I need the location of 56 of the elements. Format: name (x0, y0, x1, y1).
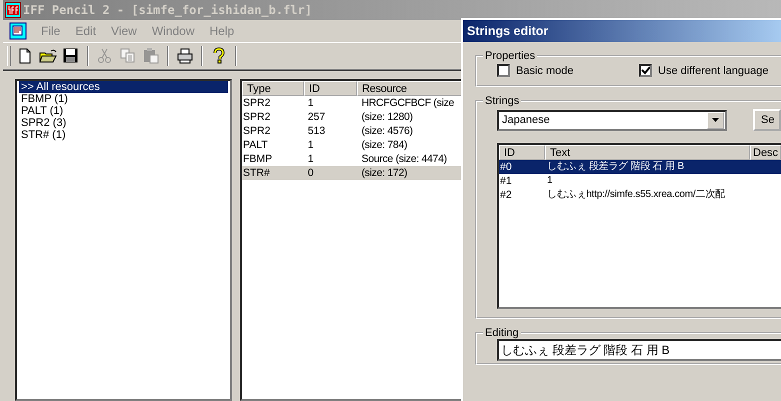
folder-icon[interactable] (39, 47, 57, 65)
table-cell-text: SPR2 (242, 124, 272, 138)
table-cell-text: #2 (499, 188, 513, 202)
column-header[interactable]: ID (499, 145, 545, 160)
column-header[interactable]: Desc (750, 145, 781, 160)
table-row[interactable]: #1 1 (499, 174, 781, 188)
table-cell-text: 0 (306, 166, 315, 180)
table-cell-text: 1 (306, 96, 315, 110)
printer-icon[interactable] (176, 47, 194, 65)
column-header[interactable]: Type (242, 81, 304, 96)
table-cell-text: しむふぇ 段差ラグ 階段 石 用 B (546, 160, 685, 174)
table-cell-text: #1 (499, 174, 513, 188)
column-header[interactable]: Text (545, 145, 750, 160)
button[interactable]: Se (753, 109, 781, 131)
checkbox-label: Basic mode (516, 64, 574, 76)
table-cell-text: Source (size: 4474) (360, 152, 448, 166)
list-item[interactable]: >> All resources (19, 81, 228, 93)
list-item[interactable]: STR# (1) (19, 129, 68, 141)
table-cell-text: 1 (546, 174, 554, 188)
group-title: Properties (485, 50, 536, 62)
list-item[interactable]: PALT (1) (19, 105, 66, 117)
table-cell-text: SPR2 (242, 96, 272, 110)
table-cell-text: STR# (242, 166, 271, 180)
group-title: Editing (485, 327, 519, 339)
group-title: Strings (485, 95, 520, 107)
table-cell-text: PALT (242, 138, 269, 152)
table-cell-text: 257 (306, 110, 326, 124)
checkbox[interactable] (497, 64, 510, 77)
table-row[interactable]: #0 しむふぇ 段差ラグ 階段 石 用 B (499, 160, 781, 174)
language-dropdown[interactable]: Japanese (497, 110, 727, 130)
checkbox-label: Use different language (658, 64, 768, 76)
dialog-title: Strings editor (463, 20, 781, 42)
table-cell-text: (size: 4576) (360, 124, 414, 138)
list-item[interactable]: SPR2 (3) (19, 117, 68, 129)
app-icon (5, 2, 21, 18)
table-cell-text: 1 (306, 138, 315, 152)
checkmark-icon (641, 66, 650, 75)
column-header[interactable]: ID (304, 81, 357, 96)
text-field[interactable]: しむふぇ 段差ラグ 階段 石 用 B (497, 339, 781, 361)
table-cell-text: SPR2 (242, 110, 272, 124)
window-title: IFF Pencil 2 - [simfe_for_ishidan_b.flr] (23, 3, 312, 17)
checkbox[interactable] (639, 64, 652, 77)
list-item[interactable]: FBMP (1) (19, 93, 70, 105)
table-cell-text: 1 (306, 152, 315, 166)
document-icon (9, 22, 27, 40)
table-cell-text: 513 (306, 124, 326, 138)
table-cell-text: HRCFGCFBCF (size (360, 96, 456, 110)
column-header[interactable]: Resource (357, 81, 462, 96)
table-cell-text: (size: 172) (360, 166, 408, 180)
table-cell-text: FBMP (242, 152, 274, 166)
table-cell-text: (size: 784) (360, 138, 408, 152)
table-cell-text: #0 (499, 160, 513, 174)
table-cell-text: しむふぇhttp://simfe.s55.xrea.com/二次配 (546, 188, 726, 202)
dropdown-arrow-icon (712, 118, 719, 122)
table-row[interactable]: #2 しむふぇhttp://simfe.s55.xrea.com/二次配 (499, 188, 781, 202)
table-cell-text: (size: 1280) (360, 110, 414, 124)
